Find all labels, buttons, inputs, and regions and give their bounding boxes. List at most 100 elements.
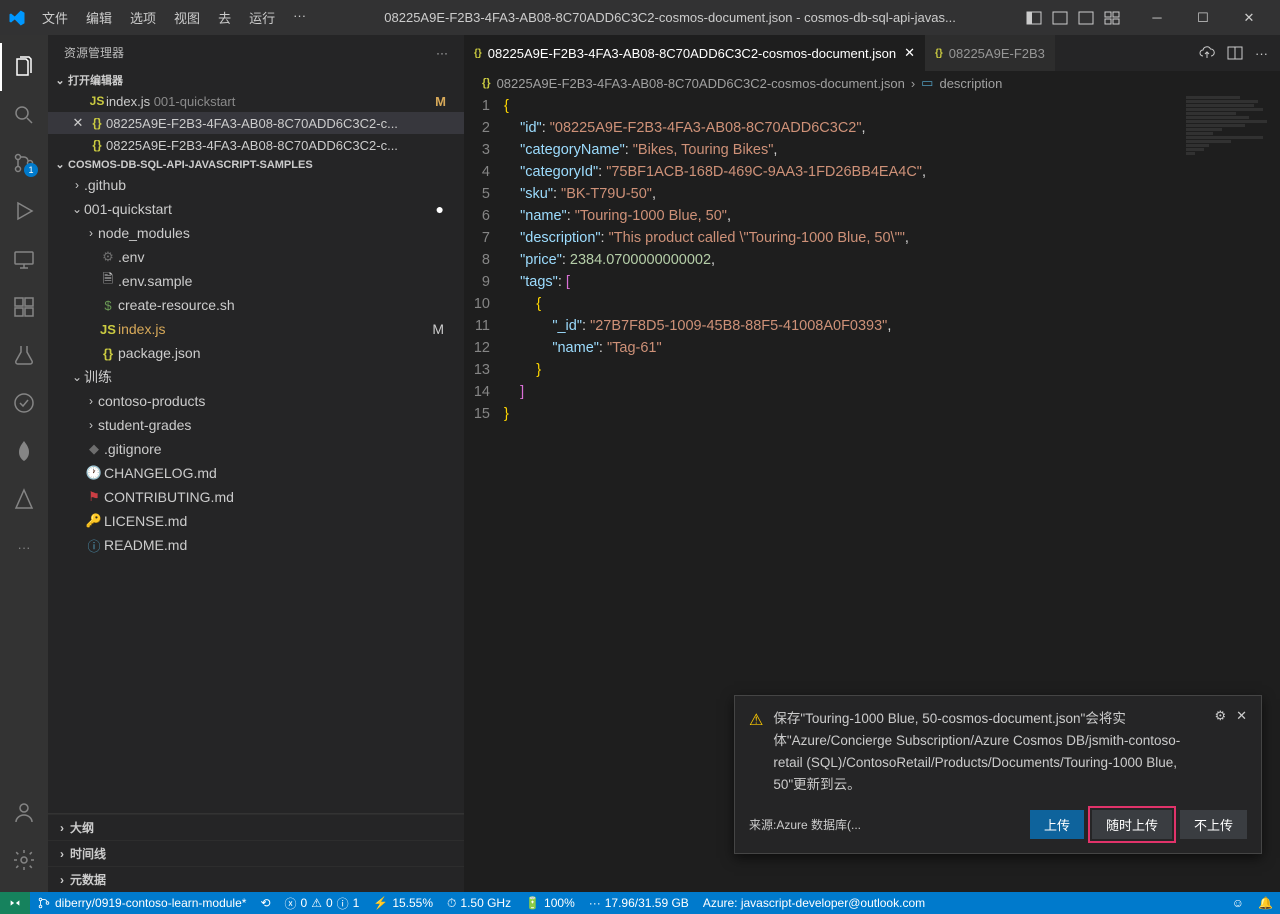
minimize-button[interactable]: ─ [1134, 0, 1180, 35]
open-editor-item[interactable]: ✕JSindex.js 001-quickstartM [48, 90, 464, 112]
split-editor-icon[interactable] [1227, 45, 1243, 61]
menu-item[interactable]: 视图 [166, 4, 208, 31]
close-button[interactable]: ✕ [1226, 0, 1272, 35]
file-item[interactable]: ⓘREADME.md [48, 533, 464, 557]
chevron-icon: ⌄ [70, 202, 84, 216]
cloud-upload-icon[interactable] [1199, 45, 1215, 61]
workspace-header[interactable]: ⌄COSMOS-DB-SQL-API-JAVASCRIPT-SAMPLES [48, 156, 464, 173]
folder-item[interactable]: ›student-grades [48, 413, 464, 437]
chevron-icon: › [70, 178, 84, 192]
more-icon[interactable]: ··· [0, 523, 48, 571]
battery-status[interactable]: 🔋100% [518, 892, 582, 914]
file-item[interactable]: ◆.gitignore [48, 437, 464, 461]
file-item[interactable]: 🕐CHANGELOG.md [48, 461, 464, 485]
problems-status[interactable]: ⓧ0⚠0ⓘ1 [278, 892, 367, 914]
ghz-status[interactable]: ⏱1.50 GHz [440, 892, 518, 914]
layout-control[interactable] [1026, 10, 1120, 26]
maximize-button[interactable]: ☐ [1180, 0, 1226, 35]
notification-source[interactable]: 来源:Azure 数据库(... [749, 816, 861, 833]
sync-status[interactable]: ⟲ [253, 892, 277, 914]
sidebar-title: 资源管理器 [64, 44, 124, 61]
file-item[interactable]: ⚑CONTRIBUTING.md [48, 485, 464, 509]
file-icon: ◆ [84, 441, 104, 457]
testing-icon[interactable] [0, 331, 48, 379]
settings-icon[interactable] [0, 836, 48, 884]
editor-tab-1[interactable]: {}08225A9E-F2B3-4FA3-AB08-8C70ADD6C3C2-c… [464, 35, 925, 71]
search-icon[interactable] [0, 91, 48, 139]
azure-icon[interactable] [0, 475, 48, 523]
panel-bottom-icon[interactable] [1052, 10, 1068, 26]
source-control-icon[interactable]: 1 [0, 139, 48, 187]
feedback-icon[interactable]: ☺ [1225, 892, 1251, 914]
folder-item[interactable]: ›node_modules [48, 221, 464, 245]
panel-header[interactable]: ›大纲 [48, 814, 464, 840]
menu-item[interactable]: 编辑 [78, 4, 120, 31]
azure-status[interactable]: Azure: javascript-developer@outlook.com [696, 892, 932, 914]
accounts-icon[interactable] [0, 788, 48, 836]
warning-icon: ⚠ [749, 710, 763, 730]
never-upload-button[interactable]: 不上传 [1180, 810, 1247, 839]
chevron-icon: ⌄ [70, 370, 84, 384]
todo-icon[interactable] [0, 379, 48, 427]
file-icon: 🕐 [84, 465, 104, 481]
upload-button[interactable]: 上传 [1030, 810, 1084, 839]
file-icon: JS [88, 94, 106, 108]
chevron-down-icon: ⌄ [52, 74, 68, 87]
extensions-icon[interactable] [0, 283, 48, 331]
sidebar-header: 资源管理器 ··· [48, 35, 464, 70]
tab-more-icon[interactable]: ··· [1255, 46, 1268, 61]
sidebar-more-icon[interactable]: ··· [436, 46, 448, 60]
notifications-icon[interactable]: 🔔 [1251, 892, 1280, 914]
folder-item[interactable]: ›contoso-products [48, 389, 464, 413]
file-item[interactable]: 🗎.env.sample [48, 269, 464, 293]
folder-item[interactable]: ›.github [48, 173, 464, 197]
vscode-icon [8, 9, 26, 27]
mem-status[interactable]: ···17.96/31.59 GB [582, 892, 696, 914]
folder-item[interactable]: ⌄001-quickstart● [48, 197, 464, 221]
mongodb-icon[interactable] [0, 427, 48, 475]
gear-icon[interactable]: ⚙ [1214, 708, 1226, 724]
minimap[interactable] [1186, 95, 1276, 185]
run-debug-icon[interactable] [0, 187, 48, 235]
editor-tabs: {}08225A9E-F2B3-4FA3-AB08-8C70ADD6C3C2-c… [464, 35, 1280, 71]
breadcrumb[interactable]: {} 08225A9E-F2B3-4FA3-AB08-8C70ADD6C3C2-… [464, 71, 1280, 95]
remote-indicator[interactable] [0, 892, 30, 914]
file-item[interactable]: 🔑LICENSE.md [48, 509, 464, 533]
sidebar: 资源管理器 ··· ⌄打开编辑器 ✕JSindex.js 001-quickst… [48, 35, 464, 892]
close-icon[interactable]: ✕ [904, 45, 915, 61]
chevron-down-icon: ⌄ [52, 158, 68, 171]
scm-badge: 1 [24, 163, 38, 177]
remote-explorer-icon[interactable] [0, 235, 48, 283]
close-icon[interactable]: ✕ [68, 115, 88, 131]
file-icon: ⚑ [84, 489, 104, 505]
explorer-icon[interactable] [0, 43, 48, 91]
folder-item[interactable]: ⌄训练 [48, 365, 464, 389]
open-editor-item[interactable]: ✕{}08225A9E-F2B3-4FA3-AB08-8C70ADD6C3C2-… [48, 112, 464, 134]
file-icon: {} [88, 116, 106, 130]
branch-status[interactable]: diberry/0919-contoso-learn-module* [30, 892, 253, 914]
panel-header[interactable]: ›元数据 [48, 866, 464, 892]
menu-item[interactable]: 运行 [241, 4, 283, 31]
open-editors-header[interactable]: ⌄打开编辑器 [48, 70, 464, 90]
menu-item[interactable]: 选项 [122, 4, 164, 31]
close-icon[interactable]: ✕ [1236, 708, 1247, 724]
customize-layout-icon[interactable] [1104, 10, 1120, 26]
file-item[interactable]: ⚙.env [48, 245, 464, 269]
notification-message: 保存"Touring-1000 Blue, 50-cosmos-document… [773, 708, 1204, 796]
panel-right-icon[interactable] [1078, 10, 1094, 26]
panel-header[interactable]: ›时间线 [48, 840, 464, 866]
open-editor-item[interactable]: ✕{}08225A9E-F2B3-4FA3-AB08-8C70ADD6C3C2-… [48, 134, 464, 156]
menu-item[interactable]: 文件 [34, 4, 76, 31]
menu-item[interactable]: ··· [285, 4, 314, 31]
chevron-icon: › [84, 418, 98, 432]
editor-area: {}08225A9E-F2B3-4FA3-AB08-8C70ADD6C3C2-c… [464, 35, 1280, 892]
file-item[interactable]: $create-resource.sh [48, 293, 464, 317]
menu-item[interactable]: 去 [210, 4, 239, 31]
cpu-status[interactable]: ⚡15.55% [366, 892, 440, 914]
file-icon: {} [98, 346, 118, 361]
panel-left-icon[interactable] [1026, 10, 1042, 26]
editor-tab-2[interactable]: {}08225A9E-F2B3 [925, 35, 1055, 71]
file-item[interactable]: JSindex.jsM [48, 317, 464, 341]
file-item[interactable]: {}package.json [48, 341, 464, 365]
always-upload-button[interactable]: 随时上传 [1092, 810, 1172, 839]
